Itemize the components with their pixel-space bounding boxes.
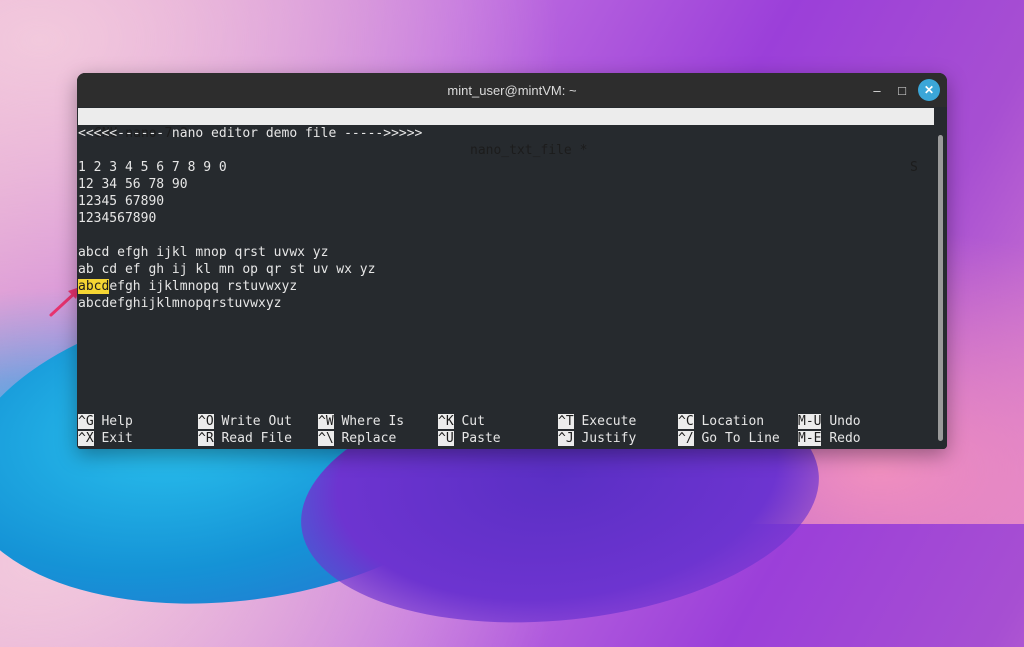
shortcut-undo[interactable]: M-U Undo — [798, 413, 861, 430]
shortcut-key: ^K — [438, 414, 454, 429]
title-bar[interactable]: mint_user@mintVM: ~ – □ ✕ — [77, 73, 947, 107]
shortcut-key: ^W — [318, 414, 334, 429]
text-line-rest: efgh ijklmnopq rstuvwxyz — [109, 279, 298, 294]
shortcut-location[interactable]: ^C Location — [678, 413, 764, 430]
shortcut-key: ^G — [78, 414, 94, 429]
shortcut-exit[interactable]: ^X Exit — [78, 430, 133, 447]
shortcut-write-out[interactable]: ^O Write Out — [198, 413, 292, 430]
shortcut-label: Justify — [581, 431, 637, 446]
text-line[interactable]: 1234567890 — [78, 210, 156, 227]
shortcut-label: Replace — [341, 431, 397, 446]
shortcut-key: ^R — [198, 431, 214, 446]
shortcut-label: Where Is — [341, 414, 405, 429]
shortcut-cut[interactable]: ^K Cut — [438, 413, 485, 430]
shortcut-read-file[interactable]: ^R Read File — [198, 430, 292, 447]
scrollbar-thumb[interactable] — [938, 135, 943, 441]
shortcut-key: ^U — [438, 431, 454, 446]
text-line[interactable]: 12 34 56 78 90 — [78, 176, 188, 193]
shortcut-execute[interactable]: ^T Execute — [558, 413, 636, 430]
shortcut-label: Help — [101, 414, 133, 429]
shortcut-label: Redo — [829, 431, 861, 446]
shortcut-key: ^O — [198, 414, 214, 429]
window-title: mint_user@mintVM: ~ — [447, 82, 577, 98]
text-line[interactable]: ab cd ef gh ij kl mn op qr st uv wx yz — [78, 261, 375, 278]
minimize-icon[interactable]: – — [867, 80, 887, 100]
shortcut-label: Write Out — [221, 414, 292, 429]
terminal-window: mint_user@mintVM: ~ – □ ✕ GNU nano 7.2 n… — [77, 73, 947, 449]
text-line-with-selection[interactable]: abcdefgh ijklmnopq rstuvwxyz — [78, 278, 297, 295]
shortcut-label: Undo — [829, 414, 861, 429]
text-line[interactable]: 1 2 3 4 5 6 7 8 9 0 — [78, 159, 227, 176]
shortcut-key: M-E — [798, 431, 822, 446]
shortcut-key: ^J — [558, 431, 574, 446]
shortcut-key: ^T — [558, 414, 574, 429]
shortcut-where-is[interactable]: ^W Where Is — [318, 413, 404, 430]
selected-text[interactable]: abcd — [78, 279, 110, 294]
text-line[interactable]: abcdefghijklmnopqrstuvwxyz — [78, 295, 282, 312]
text-line[interactable]: 12345 67890 — [78, 193, 164, 210]
shortcut-label: Go To Line — [701, 431, 780, 446]
close-icon[interactable]: ✕ — [918, 79, 940, 101]
shortcut-label: Location — [701, 414, 765, 429]
text-line[interactable]: abcd efgh ijkl mnop qrst uvwx yz — [78, 244, 328, 261]
shortcut-label: Exit — [101, 431, 133, 446]
nano-header-bar: GNU nano 7.2 nano_txt_file * S — [78, 108, 934, 175]
shortcut-redo[interactable]: M-E Redo — [798, 430, 861, 447]
terminal-scrollbar[interactable] — [935, 107, 947, 449]
shortcut-key: ^X — [78, 431, 94, 446]
text-line[interactable]: <<<<<------ nano editor demo file ----->… — [78, 125, 422, 142]
shortcut-label: Cut — [461, 414, 485, 429]
shortcut-paste[interactable]: ^U Paste — [438, 430, 501, 447]
shortcut-label: Read File — [221, 431, 292, 446]
shortcut-key: M-U — [798, 414, 822, 429]
shortcut-help[interactable]: ^G Help — [78, 413, 133, 430]
shortcut-label: Execute — [581, 414, 637, 429]
shortcut-replace[interactable]: ^\ Replace — [318, 430, 396, 447]
shortcut-label: Paste — [461, 431, 501, 446]
nano-editor[interactable]: GNU nano 7.2 nano_txt_file * S <<<<<----… — [77, 107, 935, 449]
maximize-icon[interactable]: □ — [892, 80, 912, 100]
shortcut-go-to-line[interactable]: ^/ Go To Line — [678, 430, 780, 447]
shortcut-key: ^/ — [678, 431, 694, 446]
nano-filename: nano_txt_file * — [470, 143, 588, 158]
nano-status-flag: S — [910, 160, 918, 175]
shortcut-key: ^\ — [318, 431, 334, 446]
shortcut-justify[interactable]: ^J Justify — [558, 430, 636, 447]
shortcut-key: ^C — [678, 414, 694, 429]
